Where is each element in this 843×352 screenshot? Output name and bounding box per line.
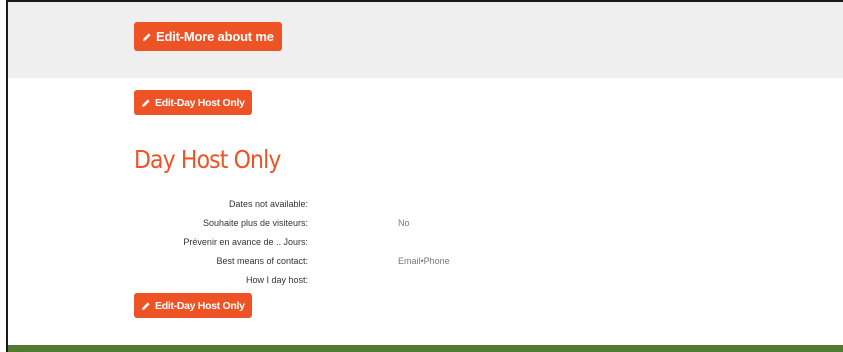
edit-more-about-me-button[interactable]: Edit-More about me bbox=[134, 22, 282, 51]
field-label: How I day host: bbox=[245, 275, 308, 285]
edit-day-host-label: Edit-Day Host Only bbox=[155, 299, 245, 312]
pencil-icon bbox=[142, 32, 152, 42]
edit-day-host-button-bottom[interactable]: Edit-Day Host Only bbox=[134, 293, 252, 318]
edit-day-host-label: Edit-Day Host Only bbox=[155, 96, 245, 109]
pencil-icon bbox=[141, 301, 151, 311]
footer-bar bbox=[8, 345, 843, 352]
about-me-band: Edit-More about me bbox=[8, 2, 843, 78]
field-label: Prévenir en avance de .. Jours: bbox=[183, 237, 308, 247]
field-label: Best means of contact: bbox=[216, 256, 308, 266]
section-title: Day Host Only bbox=[134, 145, 281, 174]
pencil-icon bbox=[141, 98, 151, 108]
page-frame: Edit-More about me Edit-Day Host Only Da… bbox=[6, 0, 843, 352]
field-row-notice-days: Prévenir en avance de .. Jours: bbox=[8, 237, 608, 251]
field-row-dates: Dates not available: bbox=[8, 199, 608, 213]
field-value: No bbox=[398, 218, 410, 228]
field-label: Dates not available: bbox=[228, 199, 308, 209]
edit-day-host-button-top[interactable]: Edit-Day Host Only bbox=[134, 90, 252, 115]
field-row-how-host: How I day host: bbox=[8, 275, 608, 289]
edit-more-about-me-label: Edit-More about me bbox=[156, 29, 274, 44]
field-label: Souhaite plus de visiteurs: bbox=[202, 218, 308, 228]
field-value: Email•Phone bbox=[398, 256, 450, 266]
field-row-visitors: Souhaite plus de visiteurs: No bbox=[8, 218, 608, 232]
field-row-contact: Best means of contact: Email•Phone bbox=[8, 256, 608, 270]
